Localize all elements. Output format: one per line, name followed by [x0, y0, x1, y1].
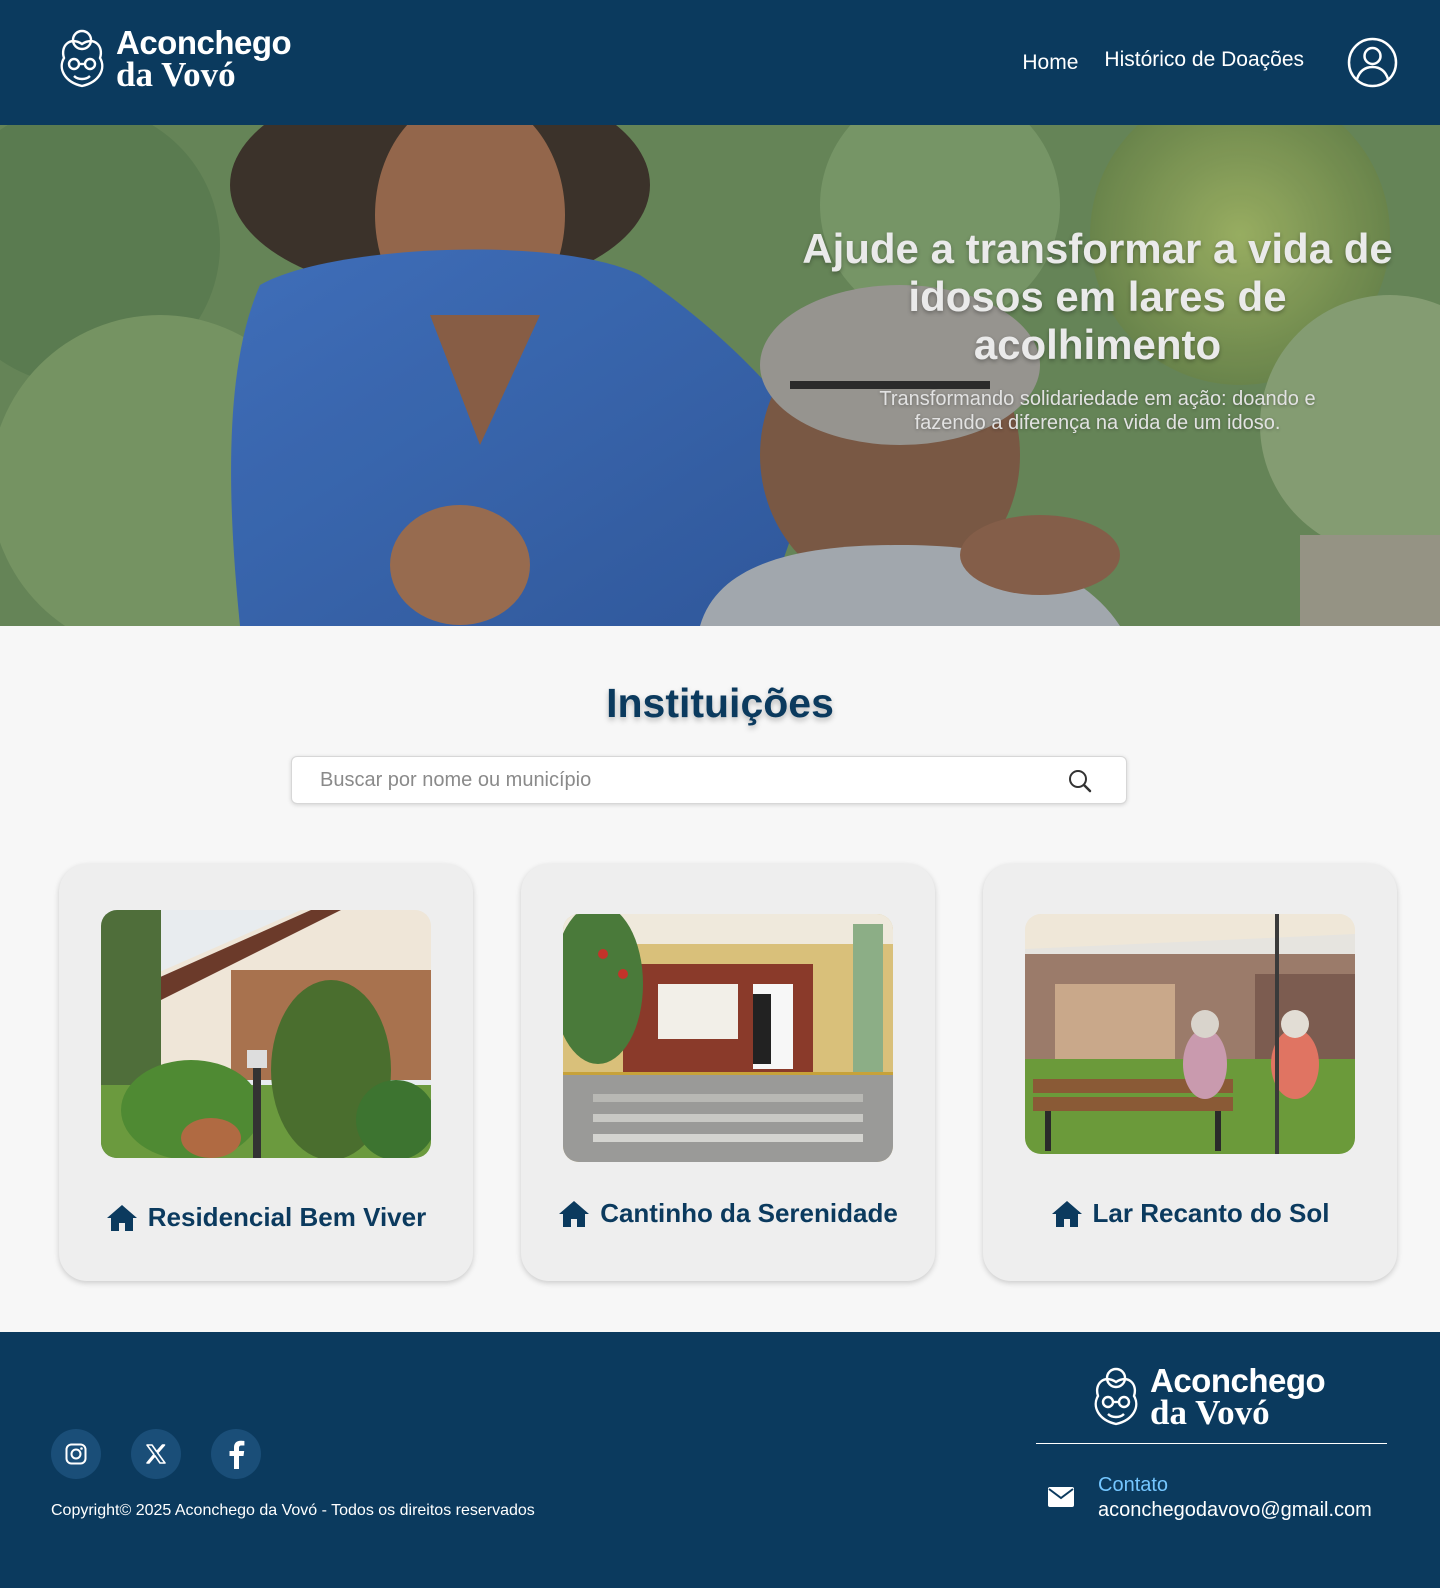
main-nav: Home Histórico de Doações	[1022, 48, 1304, 75]
search-input[interactable]	[320, 757, 1040, 803]
x-icon	[146, 1444, 166, 1464]
user-circle-icon[interactable]	[1347, 37, 1398, 88]
institution-card[interactable]: Lar Recanto do Sol	[983, 864, 1397, 1281]
institution-name: Residencial Bem Viver	[147, 1202, 427, 1232]
grandma-logo-icon	[60, 29, 104, 88]
institution-card[interactable]: Cantinho da Serenidade	[521, 864, 935, 1281]
institution-card[interactable]: Residencial Bem Viver	[59, 864, 473, 1281]
footer-brand-logo[interactable]: Aconchego da Vovó	[1090, 1361, 1326, 1432]
brand-logo[interactable]: Aconchego da Vovó	[56, 23, 292, 94]
x-link[interactable]	[131, 1429, 181, 1479]
instagram-link[interactable]	[51, 1429, 101, 1479]
nav-donation-history-link[interactable]: Histórico de Doações	[1104, 48, 1304, 75]
house-icon	[559, 1200, 590, 1227]
instagram-icon	[65, 1443, 87, 1465]
search-icon[interactable]	[1068, 769, 1092, 793]
envelope-icon	[1048, 1487, 1074, 1507]
brand-name-line1: Aconchego	[116, 23, 292, 61]
contact-email-link[interactable]: aconchegodavovo@gmail.com	[1098, 1499, 1372, 1522]
institution-photo	[563, 914, 893, 1162]
brand-name-line2: da Vovó	[1150, 1392, 1270, 1432]
facebook-icon	[229, 1440, 245, 1469]
grandma-logo-icon	[1094, 1367, 1138, 1426]
hero-subtitle: Transformando solidariedade em ação: doa…	[879, 388, 1316, 434]
social-links	[51, 1429, 261, 1479]
hero-title: Ajude a transformar a vida de idosos em …	[802, 225, 1393, 368]
brand-name-line1: Aconchego	[1150, 1361, 1326, 1399]
house-icon	[1051, 1200, 1082, 1227]
nav-home-link[interactable]: Home	[1022, 51, 1078, 75]
search-bar	[291, 756, 1127, 804]
site-header: Aconchego da Vovó Home Histórico de Doaç…	[0, 0, 1440, 125]
institution-name: Cantinho da Serenidade	[600, 1198, 898, 1228]
brand-name-line2: da Vovó	[116, 54, 236, 94]
facebook-link[interactable]	[211, 1429, 261, 1479]
footer-divider	[1036, 1443, 1387, 1444]
contact-label: Contato	[1098, 1474, 1169, 1496]
institution-photo	[101, 910, 431, 1158]
institution-photo	[1025, 914, 1355, 1154]
institutions-title: Instituições	[606, 680, 834, 726]
hero-banner: Ajude a transformar a vida de idosos em …	[0, 125, 1440, 626]
copyright-text: Copyright© 2025 Aconchego da Vovó - Todo…	[51, 1502, 535, 1519]
institution-name: Lar Recanto do Sol	[1092, 1198, 1330, 1228]
house-icon	[106, 1204, 137, 1231]
site-footer: Copyright© 2025 Aconchego da Vovó - Todo…	[0, 1332, 1440, 1588]
